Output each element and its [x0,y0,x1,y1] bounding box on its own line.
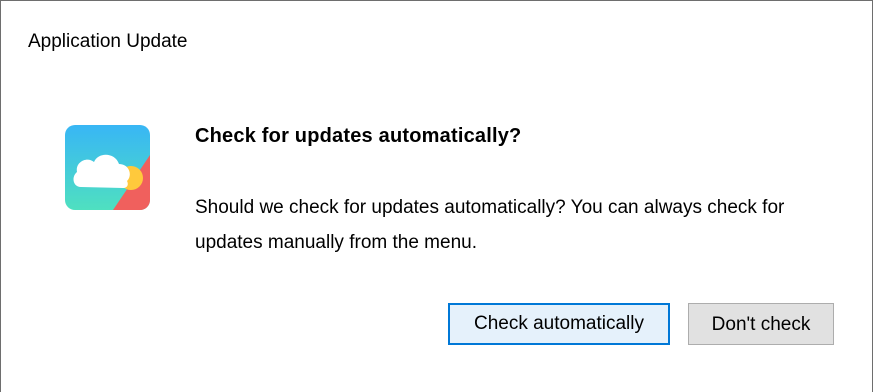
check-automatically-button[interactable]: Check automatically [448,303,670,345]
title-bar[interactable]: Application Update [1,1,872,83]
dialog-heading: Check for updates automatically? [195,125,522,147]
cloud-sun-app-icon [65,125,150,210]
dont-check-button[interactable]: Don't check [688,303,834,345]
dialog-message: Should we check for updates automaticall… [195,197,785,253]
window-title: Application Update [28,31,188,52]
update-dialog-window: Application Update Check for updates aut… [0,0,873,392]
